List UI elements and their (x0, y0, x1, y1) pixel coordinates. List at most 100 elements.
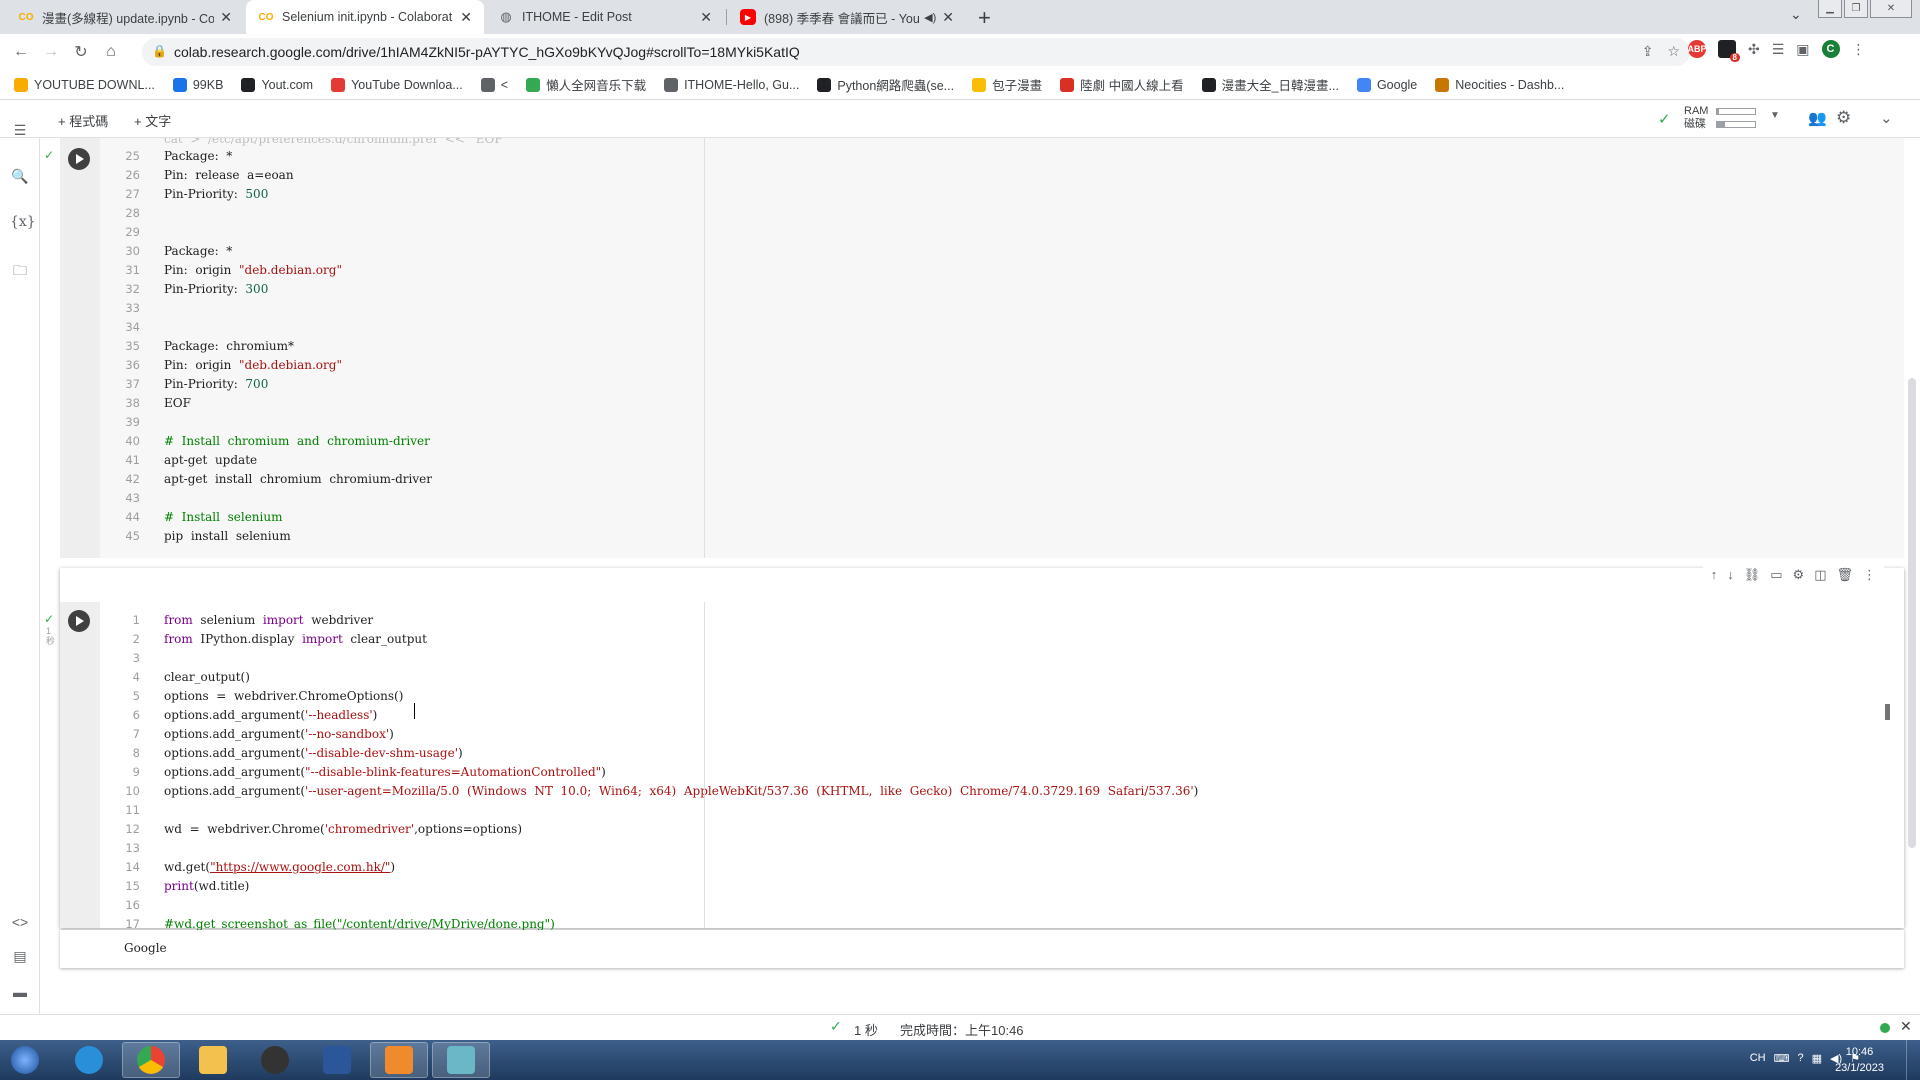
bookmark-item[interactable]: Google (1356, 77, 1417, 92)
code-token: Pin-Priority: (164, 376, 246, 391)
download-icon (331, 77, 346, 92)
code-cell[interactable]: ✓ cat > /etc/apt/preferences.d/chromium.… (44, 138, 1904, 558)
chevron-down-icon[interactable]: ⌄ (1790, 6, 1802, 23)
close-window-button[interactable]: ✕ (1870, 0, 1912, 18)
add-text-button[interactable]: + 文字 (134, 111, 171, 130)
google-icon (1356, 77, 1371, 92)
cell-toolbar: ↑ ↓ ⛓ ▭ ⚙ ◫ 🗑 ⋮ (1702, 564, 1884, 586)
close-icon[interactable]: ✕ (460, 9, 472, 26)
show-desktop-button[interactable] (1906, 1040, 1920, 1080)
arrow-down-icon[interactable]: ↓ (1727, 567, 1734, 583)
gear-icon[interactable]: ⚙ (1836, 108, 1851, 128)
bookmark-label: Python網路爬蟲(se... (837, 79, 955, 93)
restore-button[interactable]: ❐ (1844, 0, 1868, 18)
link-icon[interactable]: ⛓ (1744, 567, 1761, 583)
line-number: 1 (132, 612, 140, 627)
home-icon[interactable]: ⌂ (96, 43, 126, 61)
code-line: 8 options.add_argument('--disable-dev-shm… (100, 743, 463, 762)
close-icon[interactable]: ✕ (220, 9, 232, 26)
taskbar-explorer[interactable] (184, 1042, 242, 1078)
reading-list-icon[interactable]: ☰ (1772, 41, 1785, 58)
side-panel-icon[interactable]: ▣ (1796, 41, 1809, 58)
help-icon[interactable]: ? (1797, 1052, 1803, 1065)
globe-icon (480, 77, 495, 92)
close-icon[interactable]: ✕ (700, 9, 712, 26)
folder-icon[interactable]: 🗀 (10, 260, 30, 284)
puzzle-icon[interactable]: ✣ (1748, 41, 1760, 58)
bookmark-item[interactable]: < (480, 77, 508, 92)
taskbar-player[interactable] (370, 1042, 428, 1078)
keyboard-icon[interactable]: ⌨ (1774, 1052, 1790, 1065)
scrollbar[interactable] (1908, 378, 1916, 848)
bookmark-item[interactable]: 99KB (172, 77, 223, 92)
taskbar-word[interactable] (308, 1042, 366, 1078)
bookmark-item[interactable]: 懶人全网音乐下载 (526, 75, 646, 94)
bookmark-item[interactable]: 陸劇 中國人線上看 (1060, 75, 1184, 94)
avatar[interactable]: C (1821, 40, 1840, 58)
add-code-button[interactable]: + 程式碼 (58, 111, 108, 130)
kebab-menu-icon[interactable]: ⋮ (1863, 567, 1876, 583)
bookmark-item[interactable]: 漫畫大全_日韓漫畫... (1201, 75, 1339, 94)
terminal-icon[interactable]: ▬ (10, 984, 30, 1000)
mirror-cell-icon[interactable]: ◫ (1814, 567, 1826, 583)
bookmark-item[interactable]: YouTube Downloa... (331, 77, 463, 92)
kebab-menu-icon[interactable]: ⋮ (1852, 41, 1866, 58)
address-bar[interactable]: 🔒 colab.research.google.com/drive/1hIAM4… (142, 38, 1690, 66)
share-people-icon[interactable]: 👥 (1808, 109, 1827, 127)
taskbar-media[interactable] (246, 1042, 304, 1078)
bookmark-item[interactable]: Neocities - Dashb... (1435, 77, 1564, 92)
variables-icon[interactable]: {x} (10, 214, 36, 230)
browser-tab[interactable]: CO 漫畫(多線程) update.ipynb - Co ✕ (6, 0, 244, 34)
arrow-up-icon[interactable]: ↑ (1711, 567, 1718, 583)
browser-tab[interactable]: ▶ (898) 季季春 會議而已 - You ◀) ✕ (728, 0, 966, 34)
command-palette-icon[interactable]: ▤ (10, 948, 30, 965)
star-icon[interactable]: ☆ (1667, 43, 1680, 60)
cell-gutter (60, 602, 100, 928)
run-cell-button[interactable] (68, 148, 90, 170)
extension-badge-icon[interactable]: 8 (1718, 40, 1740, 62)
disk-bar (1716, 121, 1756, 128)
comment-icon[interactable]: ▭ (1770, 567, 1782, 583)
resource-meter[interactable]: RAM 磁碟 (1684, 105, 1756, 131)
taskbar-clock[interactable]: 10:46 23/1/2023 (1835, 1044, 1884, 1076)
share-icon[interactable]: ⇪ (1642, 43, 1654, 60)
minimize-button[interactable]: ▁ (1818, 0, 1842, 18)
start-button[interactable] (0, 1042, 50, 1078)
browser-tab-active[interactable]: CO Selenium init.ipynb - Colaborat ✕ (246, 0, 484, 34)
ime-indicator[interactable]: CH (1750, 1052, 1766, 1065)
trash-icon[interactable]: 🗑 (1836, 567, 1853, 583)
bookmark-item[interactable]: ITHOME-Hello, Gu... (664, 77, 799, 92)
taskbar-chrome[interactable] (122, 1042, 180, 1078)
adblock-icon[interactable]: ABP (1688, 40, 1707, 58)
taskbar-app[interactable] (432, 1042, 490, 1078)
line-number: 15 (125, 878, 140, 893)
network-icon[interactable]: ▦ (1812, 1052, 1822, 1065)
line-number: 33 (125, 300, 140, 315)
reload-icon[interactable]: ↻ (66, 42, 96, 62)
dropdown-arrow-icon[interactable]: ▼ (1770, 110, 1780, 121)
bookmark-item[interactable]: Yout.com (241, 77, 313, 92)
code-line: 44 # Install selenium (100, 507, 282, 526)
chevron-down-icon[interactable]: ⌄ (1880, 109, 1893, 127)
line-number: 40 (125, 433, 140, 448)
close-icon[interactable]: ✕ (1900, 1018, 1912, 1035)
code-snippets-icon[interactable]: <> (10, 914, 30, 930)
new-tab-button[interactable]: + (978, 5, 991, 31)
speaker-icon[interactable]: ◀) (924, 11, 936, 24)
close-icon[interactable]: ✕ (942, 9, 954, 26)
forward-arrow-icon[interactable]: → (36, 43, 66, 61)
gear-icon[interactable]: ⚙ (1793, 567, 1805, 583)
code-token: from (164, 631, 193, 646)
browser-tab-strip: CO 漫畫(多線程) update.ipynb - Co ✕ CO Seleni… (0, 0, 1920, 34)
bookmark-item[interactable]: YOUTUBE DOWNL... (14, 77, 155, 92)
taskbar-ie[interactable] (60, 1042, 118, 1078)
code-token: ) (601, 764, 606, 779)
browser-tab[interactable]: ◍ ITHOME - Edit Post ✕ (486, 0, 724, 34)
run-cell-button[interactable] (68, 610, 90, 632)
code-cell-focused[interactable]: ↑ ↓ ⛓ ▭ ⚙ ◫ 🗑 ⋮ ✓ 1 秒 1 from selenium imp… (44, 564, 1904, 950)
toc-icon[interactable]: ☰ (10, 122, 30, 139)
search-icon[interactable]: 🔍 (10, 168, 30, 185)
back-arrow-icon[interactable]: ← (6, 43, 36, 61)
bookmark-item[interactable]: Python網路爬蟲(se... (817, 75, 954, 94)
bookmark-item[interactable]: 包子漫畫 (972, 75, 1042, 94)
